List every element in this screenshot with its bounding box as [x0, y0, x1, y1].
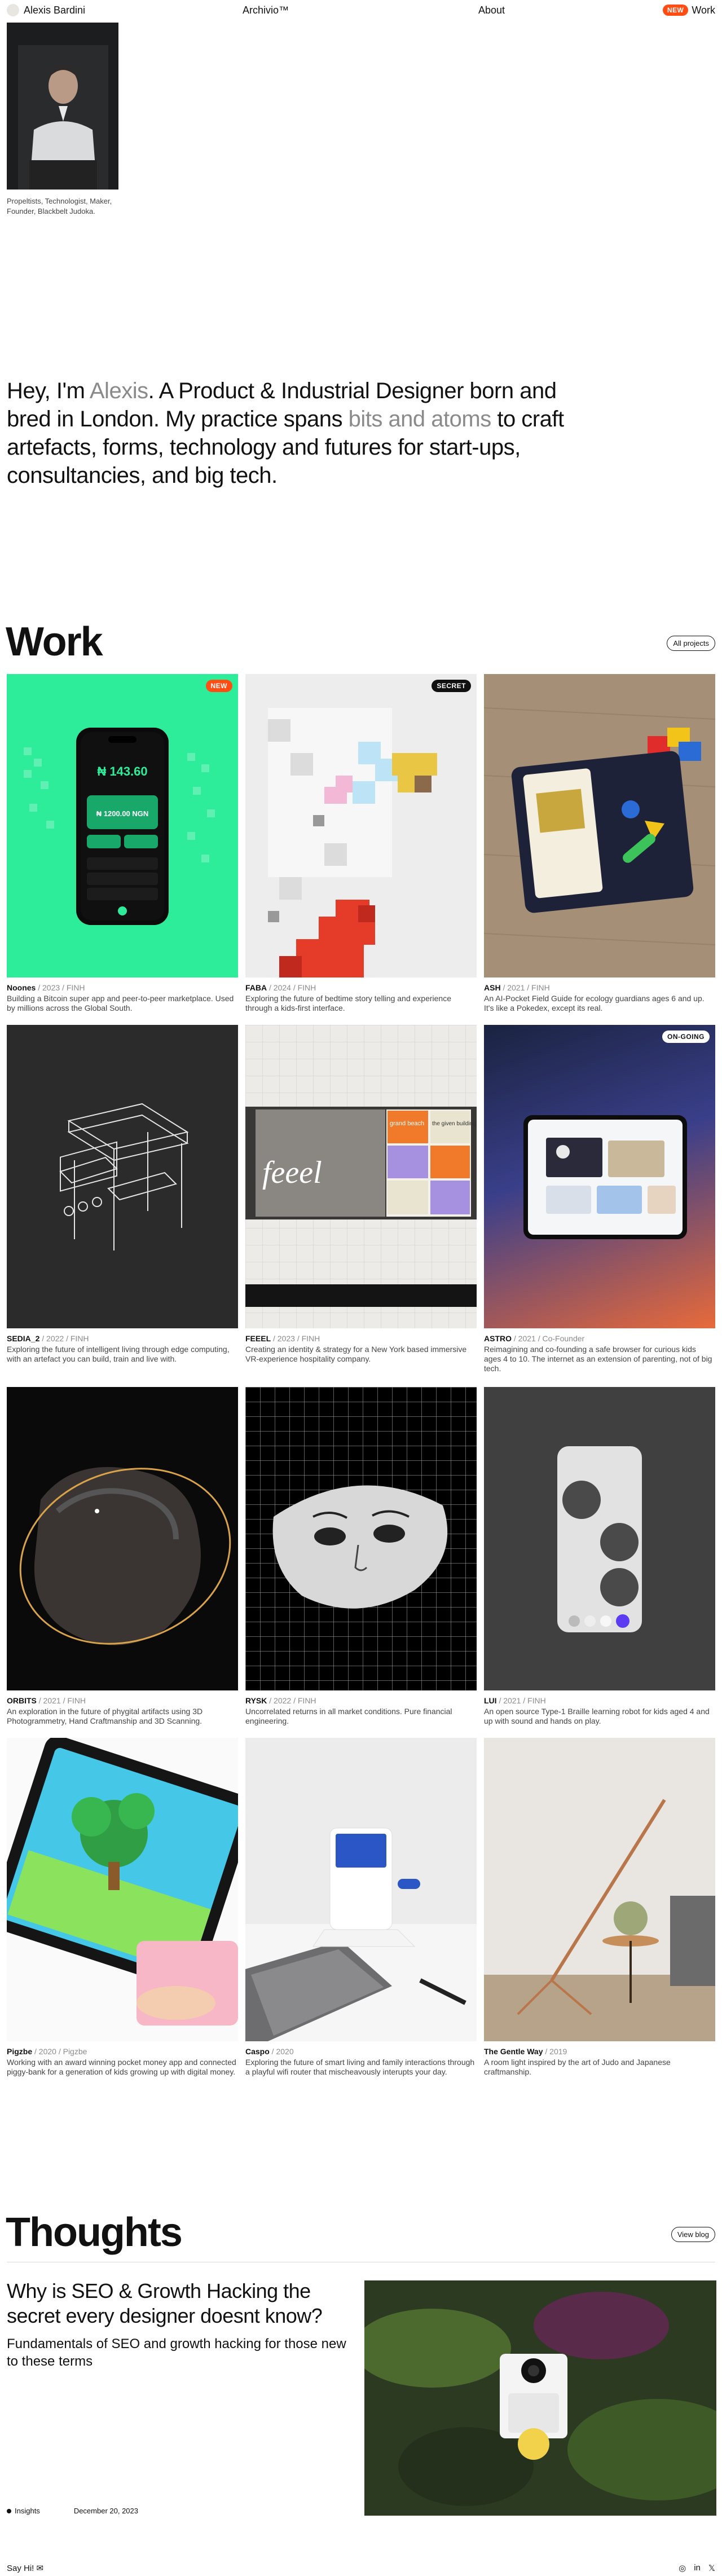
post-date: December 20, 2023: [73, 2507, 138, 2515]
feeel-logo: feeel: [262, 1155, 322, 1190]
project-name: Noones: [7, 983, 36, 992]
project-meta: / 2021 / FINH: [496, 1696, 546, 1705]
project-card-sedia[interactable]: SEDIA_2 / 2022 / FINH Exploring the futu…: [7, 1025, 238, 1364]
project-description: Exploring the future of smart living and…: [245, 2058, 475, 2076]
project-name: FEEEL: [245, 1334, 271, 1343]
view-blog-button[interactable]: View blog: [671, 2227, 715, 2242]
project-description: An exploration in the future of phygital…: [7, 1707, 203, 1725]
noones-balance: ₦ 143.60: [97, 764, 147, 778]
instagram-icon[interactable]: ◎: [679, 2563, 686, 2573]
site-name: Alexis Bardini: [24, 4, 86, 16]
project-card-rysk[interactable]: RYSK / 2022 / FINH Uncorrelated returns …: [245, 1387, 477, 1726]
status-badge: SECRET: [432, 680, 471, 692]
post-image[interactable]: [364, 2280, 716, 2516]
post-meta: Insights December 20, 2023: [7, 2507, 138, 2515]
project-meta: / 2022 / FINH: [39, 1334, 89, 1343]
project-meta: / 2020: [269, 2047, 294, 2056]
hero-intro: Hey, I'm Alexis. A Product & Industrial …: [7, 378, 564, 488]
project-name: Pigzbe: [7, 2047, 33, 2056]
project-description: A room light inspired by the art of Judo…: [484, 2058, 671, 2076]
nav-work-label: Work: [692, 4, 715, 16]
project-image: ₦ 143.60 ₦ 1200.00 NGN NEW: [7, 674, 238, 977]
project-card-ash[interactable]: ASH / 2021 / FINH An AI-Pocket Field Gui…: [484, 674, 715, 1013]
social-links: ◎ in 𝕏: [679, 2563, 715, 2573]
project-image: SECRET: [245, 674, 477, 977]
project-image: [484, 1738, 715, 2041]
project-image: feeel grand beach the given building: [245, 1025, 477, 1328]
project-meta: / 2021 / Co-Founder: [512, 1334, 585, 1343]
portrait-caption: Propeltists, Technologist, Maker, Founde…: [7, 197, 112, 215]
project-meta: / 2023 / FINH: [271, 1334, 320, 1343]
project-name: ORBITS: [7, 1696, 37, 1705]
avatar-icon: [7, 4, 19, 16]
project-name: SEDIA_2: [7, 1334, 40, 1343]
project-image: [484, 674, 715, 977]
x-icon[interactable]: 𝕏: [708, 2563, 715, 2573]
project-image: [7, 1738, 238, 2041]
project-name: ASH: [484, 983, 501, 992]
project-meta: / 2024 / FINH: [267, 983, 316, 992]
project-meta: / 2022 / FINH: [267, 1696, 316, 1705]
thoughts-title: Thoughts: [6, 2210, 183, 2255]
project-meta: / 2020 / Pigzbe: [32, 2047, 87, 2056]
say-hi-link[interactable]: Say Hi! ✉: [7, 2563, 43, 2573]
project-card-astro[interactable]: ON-GOING ASTRO / 2021 / Co-Founder Reima…: [484, 1025, 715, 1373]
feeel-poster-text-2: the given building: [432, 1121, 476, 1127]
nav-about[interactable]: About: [478, 5, 505, 16]
project-description: An open source Type-1 Braille learning r…: [484, 1707, 710, 1725]
all-projects-button[interactable]: All projects: [667, 636, 715, 651]
portrait-photo: [7, 23, 118, 190]
project-description: Exploring the future of intelligent livi…: [7, 1345, 230, 1363]
project-image: [7, 1025, 238, 1328]
project-description: Reimagining and co-founding a safe brows…: [484, 1345, 712, 1373]
project-meta: / 2023 / FINH: [36, 983, 85, 992]
post-title[interactable]: Why is SEO & Growth Hacking the secret e…: [7, 2279, 356, 2328]
footer: Say Hi! ✉ ◎ in 𝕏: [0, 2560, 722, 2576]
work-title: Work: [6, 619, 103, 664]
project-image: [484, 1387, 715, 1690]
brand[interactable]: Alexis Bardini: [7, 4, 85, 16]
project-description: Exploring the future of bedtime story te…: [245, 994, 451, 1012]
hero-highlight: bits and atoms: [348, 407, 492, 431]
project-name: The Gentle Way: [484, 2047, 543, 2056]
project-card-caspo[interactable]: Caspo / 2020 Exploring the future of sma…: [245, 1738, 477, 2077]
project-name: FABA: [245, 983, 267, 992]
site-header: Alexis Bardini Archivio™ About NEW Work: [0, 0, 722, 20]
project-image: [245, 1387, 477, 1690]
post-subtitle: Fundamentals of SEO and growth hacking f…: [7, 2336, 346, 2369]
feeel-poster-text: grand beach: [390, 1120, 424, 1127]
project-image: [245, 1738, 477, 2041]
linkedin-icon[interactable]: in: [694, 2563, 701, 2573]
project-name: ASTRO: [484, 1334, 512, 1343]
project-card-orbits[interactable]: ORBITS / 2021 / FINH An exploration in t…: [7, 1387, 238, 1726]
project-card-gentle-way[interactable]: The Gentle Way / 2019 A room light inspi…: [484, 1738, 715, 2077]
noones-balance-ngn: ₦ 1200.00 NGN: [96, 809, 149, 818]
project-meta: / 2019: [543, 2047, 567, 2056]
project-image: [7, 1387, 238, 1690]
project-description: Creating an identity & strategy for a Ne…: [245, 1345, 467, 1363]
project-description: Building a Bitcoin super app and peer-to…: [7, 994, 234, 1012]
project-image: ON-GOING: [484, 1025, 715, 1328]
project-meta: / 2021 / FINH: [36, 1696, 86, 1705]
post-category: Insights: [7, 2507, 40, 2515]
project-meta: / 2021 / FINH: [500, 983, 550, 992]
new-badge: NEW: [662, 5, 689, 16]
project-card-pigzbe[interactable]: Pigzbe / 2020 / Pigzbe Working with an a…: [7, 1738, 238, 2077]
nav-archivio[interactable]: Archivio™: [243, 5, 289, 16]
project-name: Caspo: [245, 2047, 270, 2056]
project-description: Working with an award winning pocket mon…: [7, 2058, 236, 2076]
project-description: Uncorrelated returns in all market condi…: [245, 1707, 452, 1725]
project-description: An AI-Pocket Field Guide for ecology gua…: [484, 994, 705, 1012]
status-badge: ON-GOING: [662, 1031, 710, 1043]
hero-name: Alexis: [89, 378, 148, 403]
project-card-feeel[interactable]: feeel grand beach the given building FEE…: [245, 1025, 477, 1364]
bullet-icon: [7, 2509, 11, 2513]
project-name: RYSK: [245, 1696, 267, 1705]
project-name: LUI: [484, 1696, 497, 1705]
status-badge: NEW: [205, 680, 232, 692]
project-card-lui[interactable]: LUI / 2021 / FINH An open source Type-1 …: [484, 1387, 715, 1726]
nav-work[interactable]: NEW Work: [662, 4, 715, 16]
project-card-noones[interactable]: ₦ 143.60 ₦ 1200.00 NGN NEW Noones / 2023…: [7, 674, 238, 1013]
project-card-faba[interactable]: SECRET FABA / 2024 / FINH Exploring the …: [245, 674, 477, 1013]
